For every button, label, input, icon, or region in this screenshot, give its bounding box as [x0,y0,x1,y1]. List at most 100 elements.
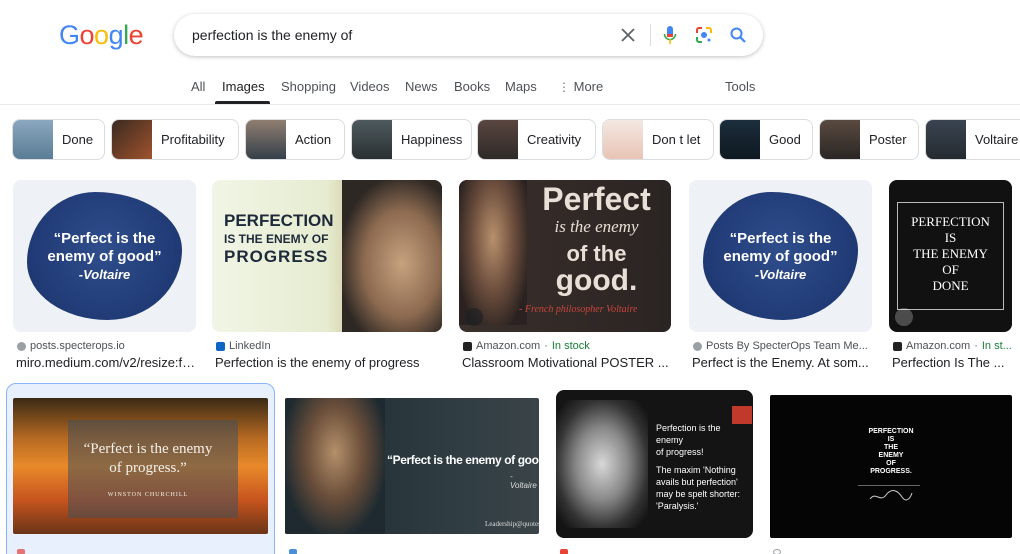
poster-subtitle: - French philosopher Voltaire [519,304,638,315]
amazon-icon [893,341,902,351]
signature-icon [869,490,913,501]
chip-thumbnail [13,120,53,159]
result-thumbnail: Perfect is the enemy of the good. - Fren… [459,180,671,332]
image-result[interactable]: PERFECTION IS THE ENEMY OF DONE Amazon.com · I… [889,180,1020,375]
image-result[interactable]: PERFECTION IS THE ENEMY OF PROGRESS Link… [212,180,442,375]
chip-label: Creativity [527,132,582,147]
portrait-photo [459,180,527,325]
tab-videos[interactable]: Videos [350,79,390,94]
result-source: posts.specterops.io [17,340,197,352]
quote-text: “Perfect is the enemy of good” [387,453,539,467]
chip-poster[interactable]: Poster [819,119,919,160]
result-thumbnail: “Perfect is the enemy of good” -Voltaire [13,180,196,332]
chip-label: Action [295,132,332,147]
quote-text: PERFECTION IS THE ENEMY OF PROGRESS. [868,428,914,475]
chip-thumbnail [478,120,518,159]
tab-images[interactable]: Images [222,79,265,94]
chip-voltaire[interactable]: Voltaire [925,119,1020,160]
brand-watermark: Leadership@quotes [485,520,539,528]
tab-more[interactable]: ⋮ More [558,79,603,94]
image-result[interactable]: “Perfect is the enemy of good” -Voltaire … [689,180,872,375]
linkedin-icon [216,341,225,351]
chip-thumbnail [603,120,643,159]
result-source: Amazon.com · In st... [893,340,1018,352]
tab-news[interactable]: News [405,79,438,94]
image-result[interactable]: PERFECTION IS THE ENEMY OF PROGRESS. [770,395,1012,538]
chip-happiness[interactable]: Happiness [351,119,472,160]
chip-profitability[interactable]: Profitability [111,119,239,160]
microphone-icon[interactable] [658,23,682,47]
result-source: Posts By SpecterOps Team Me... [693,340,873,352]
chip-label: Voltaire [975,132,1019,147]
quote-text: “Perfect is the enemy of good” -Voltaire [47,230,162,282]
amazon-icon [463,341,472,351]
chip-done[interactable]: Done [12,119,105,160]
tools-button[interactable]: Tools [725,79,755,94]
chip-label: Happiness [401,132,463,147]
image-result[interactable]: Perfection is the enemy of progress! The … [556,390,753,540]
chip-thumbnail [246,120,286,159]
image-result[interactable]: “Perfect is the enemy of progress.” WINST… [13,398,268,538]
chip-action[interactable]: Action [245,119,345,160]
youtube-icon [560,549,568,554]
source-favicon [693,341,702,351]
result-thumbnail: PERFECTION IS THE ENEMY OF PROGRESS. [770,395,1012,538]
quote-text: Perfect is the enemy of the good. [542,181,651,297]
result-thumbnail: PERFECTION IS THE ENEMY OF DONE [889,180,1012,332]
source-favicon [289,549,297,554]
portrait-photo [342,180,442,332]
image-result[interactable]: “Perfect is the enemy of good” - Voltair… [285,398,539,538]
rule-line [858,485,920,486]
result-title: Perfection is the enemy of progress [215,355,420,370]
chip-good[interactable]: Good [719,119,813,160]
search-tabs: All Images Shopping Videos News Books Ma… [0,79,1020,107]
google-logo[interactable]: Google [59,20,144,51]
chip-label: Poster [869,132,907,147]
chip-thumbnail [112,120,152,159]
chip-thumbnail [926,120,966,159]
chip-thumbnail [820,120,860,159]
source-favicon [773,549,781,554]
chip-dont-let[interactable]: Don t let [602,119,714,160]
quote-text: PERFECTION IS THE ENEMY OF PROGRESS [224,211,334,266]
image-result[interactable]: Perfect is the enemy of the good. - Fren… [459,180,671,375]
quote-text: PERFECTION IS THE ENEMY OF DONE [911,214,990,293]
result-title: Perfect is the Enemy. At som... [692,355,869,370]
quote-author: - Voltaire [510,472,537,490]
chip-label: Profitability [161,132,225,147]
tab-more-label: More [573,79,604,94]
quote-text: “Perfect is the enemy of progress.” WINST… [83,441,213,498]
chip-thumbnail [720,120,760,159]
result-thumbnail: “Perfect is the enemy of good” -Voltaire [689,180,872,332]
result-thumbnail: PERFECTION IS THE ENEMY OF PROGRESS [212,180,442,332]
portrait-photo [556,400,648,528]
tab-all[interactable]: All [191,79,205,94]
result-thumbnail: “Perfect is the enemy of good” - Voltair… [285,398,539,534]
chip-label: Done [62,132,94,147]
result-source: LinkedIn [216,340,436,352]
tab-maps[interactable]: Maps [505,79,537,94]
google-lens-icon[interactable] [692,23,716,47]
header-divider [0,104,1020,105]
result-source: Amazon.com · In stock [463,340,671,352]
result-title: Classroom Motivational POSTER ... [462,355,669,370]
search-input[interactable] [192,27,602,43]
tab-books[interactable]: Books [454,79,490,94]
price-tag-icon [465,308,483,326]
chip-label: Good [769,132,801,147]
search-box[interactable] [174,14,763,56]
chip-label: Don t let [652,132,701,147]
more-vert-icon: ⋮ [558,80,570,94]
search-icon[interactable] [726,23,750,47]
portrait-photo [285,398,385,534]
result-title: miro.medium.com/v2/resize:fit,... [16,355,196,370]
image-result[interactable]: “Perfect is the enemy of good” -Voltaire … [13,180,196,375]
source-favicon [17,341,26,351]
search-divider [650,24,651,46]
price-tag-icon [895,308,913,326]
clear-icon[interactable] [616,23,640,47]
tab-shopping[interactable]: Shopping [281,79,336,94]
result-thumbnail: “Perfect is the enemy of progress.” WINST… [13,398,268,534]
result-thumbnail: Perfection is the enemy of progress! The … [556,390,753,538]
chip-creativity[interactable]: Creativity [477,119,596,160]
